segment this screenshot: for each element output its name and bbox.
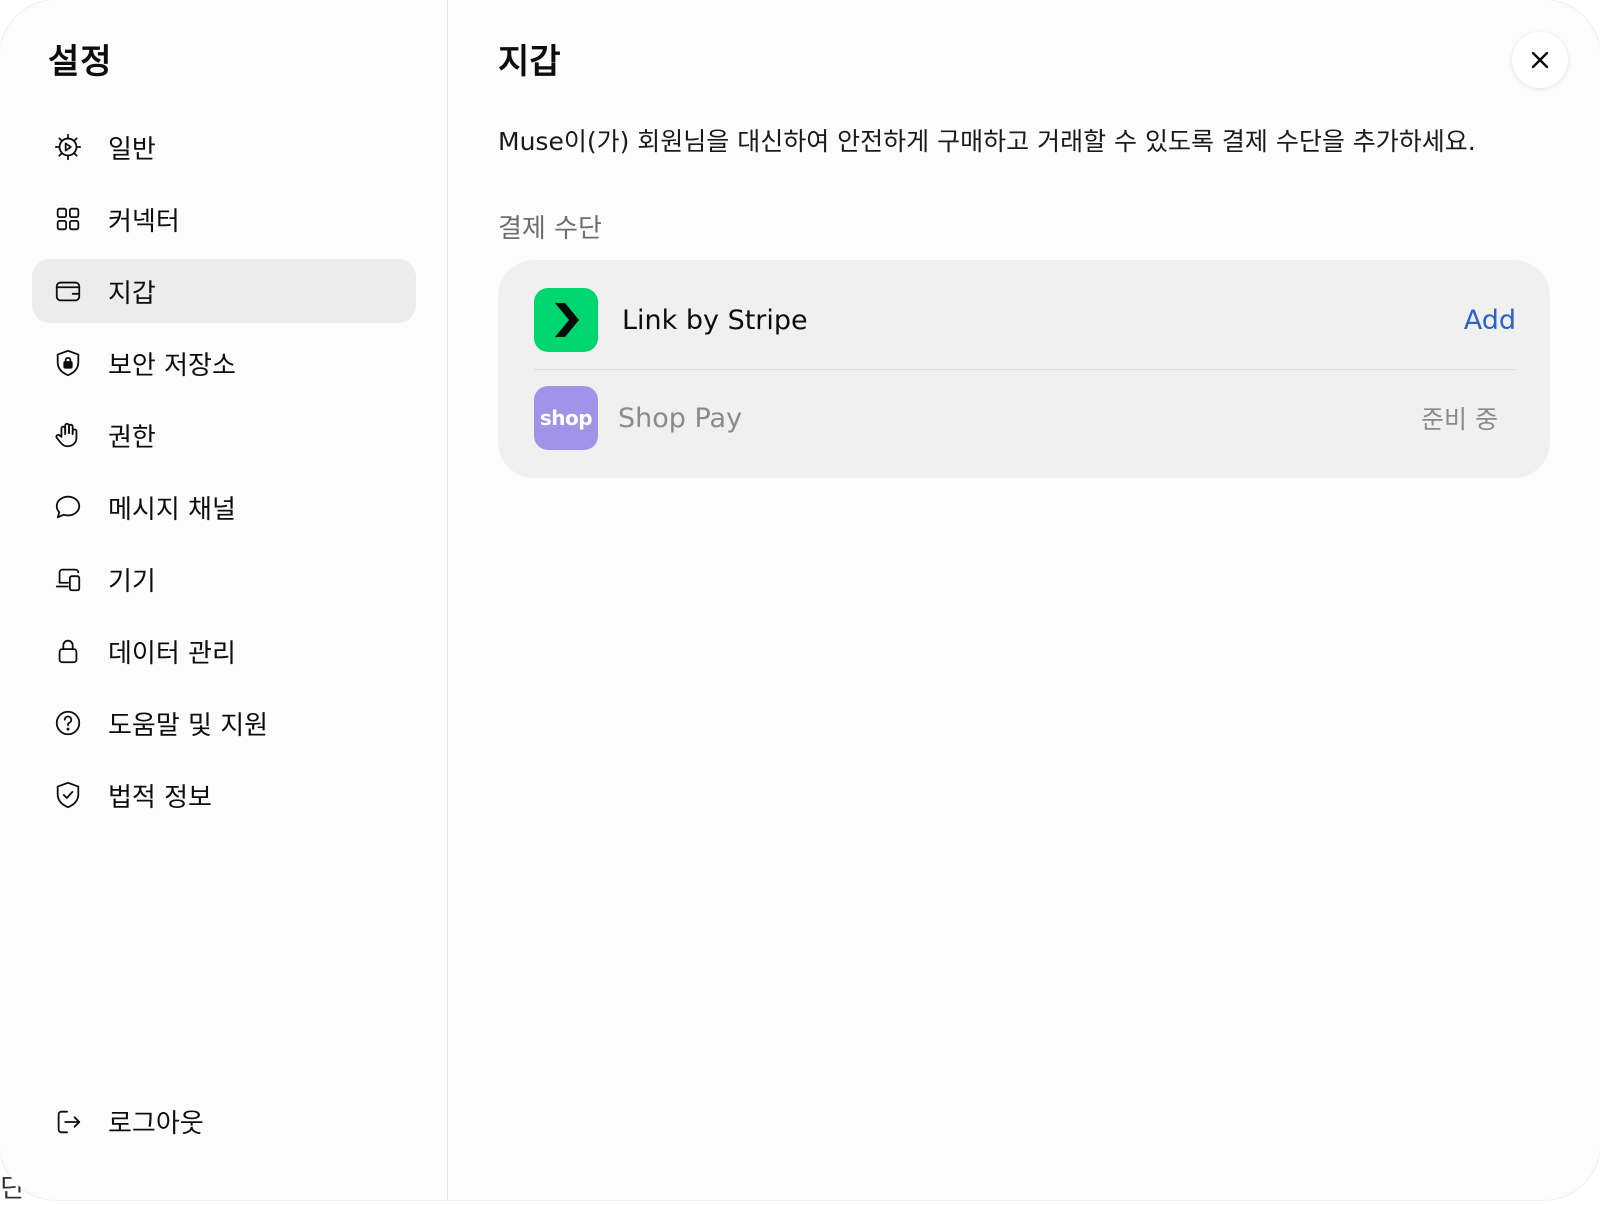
payment-method-link-by-stripe: Link by Stripe Add: [534, 288, 1516, 352]
logout-label: 로그아웃: [108, 1109, 204, 1139]
sidebar-item-permissions[interactable]: 권한: [32, 403, 416, 467]
payment-method-name: Link by Stripe: [622, 304, 808, 336]
sidebar-item-help-support[interactable]: 도움말 및 지원: [32, 691, 416, 755]
sidebar-item-label: 커넥터: [108, 206, 180, 237]
shop-pay-logo: shop: [534, 386, 598, 450]
sidebar-item-label: 지갑: [108, 278, 156, 309]
hand-icon: [52, 419, 84, 451]
gear-icon: [52, 131, 84, 163]
wallet-description: Muse이(가) 회원님을 대신하여 안전하게 구매하고 거래할 수 있도록 결…: [498, 127, 1476, 156]
status-badge: 준비 중: [1421, 405, 1498, 434]
wallet-panel: 지갑 Muse이(가) 회원님을 대신하여 안전하게 구매하고 거래할 수 있도…: [448, 0, 1600, 1200]
add-link-stripe-button[interactable]: Add: [1464, 305, 1516, 336]
lock-icon: [52, 635, 84, 667]
logout-icon: [52, 1106, 84, 1138]
divider: [534, 369, 1516, 370]
payment-method-shop-pay: shop Shop Pay 준비 중: [534, 386, 1516, 450]
settings-sidebar: 설정 일반 커넥터 지갑 보안 저장소 권한 메시지 채널 기기 데이터 관리 …: [0, 0, 448, 1200]
close-button[interactable]: [1512, 32, 1568, 88]
sidebar-item-label: 도움말 및 지원: [108, 710, 269, 741]
wallet-icon: [52, 275, 84, 307]
settings-nav: 일반 커넥터 지갑 보안 저장소 권한 메시지 채널 기기 데이터 관리 도움말…: [32, 115, 416, 835]
settings-dialog: 설정 일반 커넥터 지갑 보안 저장소 권한 메시지 채널 기기 데이터 관리 …: [0, 0, 1600, 1200]
payment-methods-list: Link by Stripe Add shop Shop Pay 준비 중: [498, 260, 1550, 478]
link-stripe-logo: [534, 288, 598, 352]
sidebar-item-label: 기기: [108, 566, 156, 597]
sidebar-item-general[interactable]: 일반: [32, 115, 416, 179]
sidebar-item-label: 데이터 관리: [108, 638, 236, 669]
page-title: 지갑: [498, 42, 561, 82]
chat-bubble-icon: [52, 491, 84, 523]
sidebar-item-secure-storage[interactable]: 보안 저장소: [32, 331, 416, 395]
sidebar-item-connectors[interactable]: 커넥터: [32, 187, 416, 251]
devices-icon: [52, 563, 84, 595]
sidebar-item-label: 보안 저장소: [108, 350, 236, 381]
sidebar-item-label: 법적 정보: [108, 782, 212, 813]
payment-method-name: Shop Pay: [618, 402, 743, 434]
sidebar-item-wallet[interactable]: 지갑: [32, 259, 416, 323]
help-circle-icon: [52, 707, 84, 739]
payment-methods-heading: 결제 수단: [498, 214, 602, 244]
sidebar-title: 설정: [48, 42, 113, 82]
grid-icon: [52, 203, 84, 235]
sidebar-item-message-channels[interactable]: 메시지 채널: [32, 475, 416, 539]
shield-lock-icon: [52, 347, 84, 379]
sidebar-item-label: 일반: [108, 134, 156, 165]
sidebar-item-data-management[interactable]: 데이터 관리: [32, 619, 416, 683]
shield-check-icon: [52, 779, 84, 811]
shop-pay-logo-text: shop: [539, 406, 593, 430]
close-icon: [1531, 51, 1549, 69]
sidebar-item-legal[interactable]: 법적 정보: [32, 763, 416, 827]
logout-button[interactable]: 로그아웃: [52, 1103, 204, 1140]
sidebar-item-label: 권한: [108, 422, 156, 453]
sidebar-item-label: 메시지 채널: [108, 494, 236, 525]
sidebar-item-devices[interactable]: 기기: [32, 547, 416, 611]
